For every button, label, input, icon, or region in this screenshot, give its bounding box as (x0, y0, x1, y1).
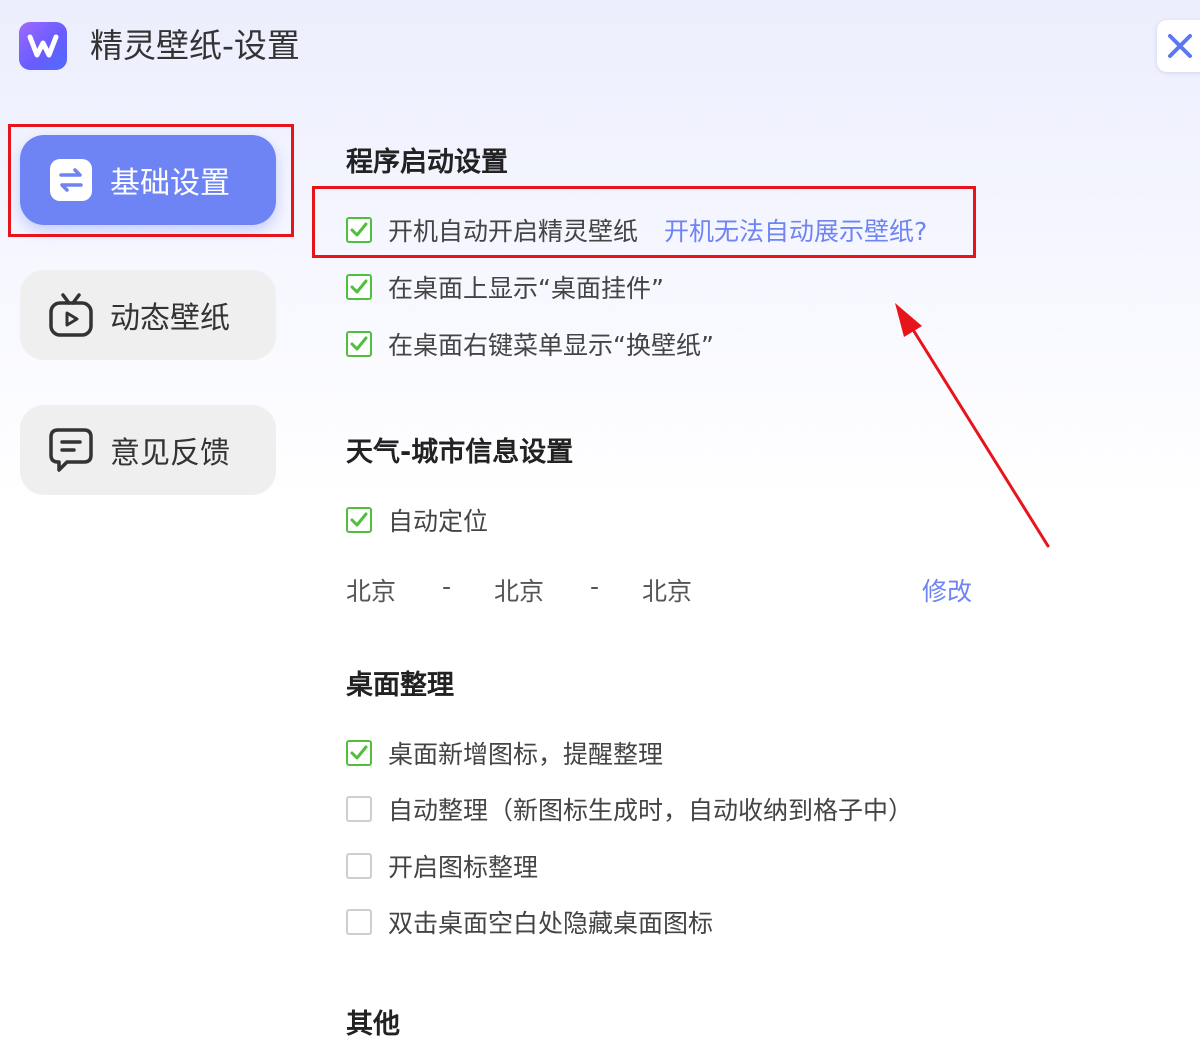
city-separator: - (590, 572, 600, 601)
sidebar-item-label: 动态壁纸 (110, 301, 230, 336)
modify-city-link[interactable]: 修改 (922, 572, 972, 608)
option-auto-locate[interactable]: 自动定位 (346, 504, 488, 536)
option-label: 在桌面右键菜单显示“换壁纸” (388, 331, 714, 360)
checkmark-icon (350, 279, 368, 294)
province-value: 北京 (346, 577, 397, 606)
close-button[interactable] (1157, 20, 1200, 72)
checkmark-icon (350, 512, 368, 527)
option-label: 开启图标整理 (388, 853, 539, 882)
city-info-row: 北京 - 北京 - 北京 修改 (346, 572, 986, 606)
tv-play-icon (48, 292, 94, 338)
option-label: 自动整理（新图标生成时，自动收纳到格子中） (388, 796, 914, 825)
option-doubleclick-hide[interactable]: 双击桌面空白处隐藏桌面图标 (346, 906, 713, 938)
section-title-other: 其他 (346, 1009, 400, 1040)
option-label: 在桌面上显示“桌面挂件” (388, 274, 664, 303)
checkbox-show-widgets[interactable] (346, 274, 372, 300)
checkbox-context-menu[interactable] (346, 331, 372, 357)
highlight-box-autostart (312, 186, 976, 258)
option-new-icon-remind[interactable]: 桌面新增图标，提醒整理 (346, 737, 663, 769)
section-title-startup: 程序启动设置 (346, 147, 508, 178)
app-logo-icon (19, 22, 67, 70)
option-label: 桌面新增图标，提醒整理 (388, 740, 664, 769)
district-value: 北京 (642, 577, 693, 606)
section-title-desktop: 桌面整理 (346, 670, 454, 701)
option-context-menu[interactable]: 在桌面右键菜单显示“换壁纸” (346, 328, 714, 360)
checkbox-auto-organize[interactable] (346, 796, 372, 822)
option-show-widgets[interactable]: 在桌面上显示“桌面挂件” (346, 271, 664, 303)
sidebar-item-dynamic-wallpaper[interactable]: 动态壁纸 (20, 270, 276, 360)
sidebar-item-feedback[interactable]: 意见反馈 (20, 405, 276, 495)
sidebar-item-label: 意见反馈 (110, 436, 230, 471)
highlight-box-sidebar (8, 124, 294, 237)
city-separator: - (442, 572, 452, 601)
option-icon-organize[interactable]: 开启图标整理 (346, 850, 538, 882)
option-auto-organize[interactable]: 自动整理（新图标生成时，自动收纳到格子中） (346, 793, 913, 825)
city-value: 北京 (494, 577, 545, 606)
window-title: 精灵壁纸-设置 (90, 26, 300, 65)
section-title-weather: 天气-城市信息设置 (346, 437, 574, 468)
checkbox-icon-organize[interactable] (346, 853, 372, 879)
checkbox-auto-locate[interactable] (346, 507, 372, 533)
option-label: 双击桌面空白处隐藏桌面图标 (388, 909, 714, 938)
checkmark-icon (350, 745, 368, 760)
checkbox-doubleclick-hide[interactable] (346, 909, 372, 935)
chat-bubble-icon (48, 427, 94, 473)
checkbox-new-icon-remind[interactable] (346, 740, 372, 766)
option-label: 自动定位 (388, 507, 489, 536)
checkmark-icon (350, 336, 368, 351)
close-icon (1168, 34, 1192, 58)
